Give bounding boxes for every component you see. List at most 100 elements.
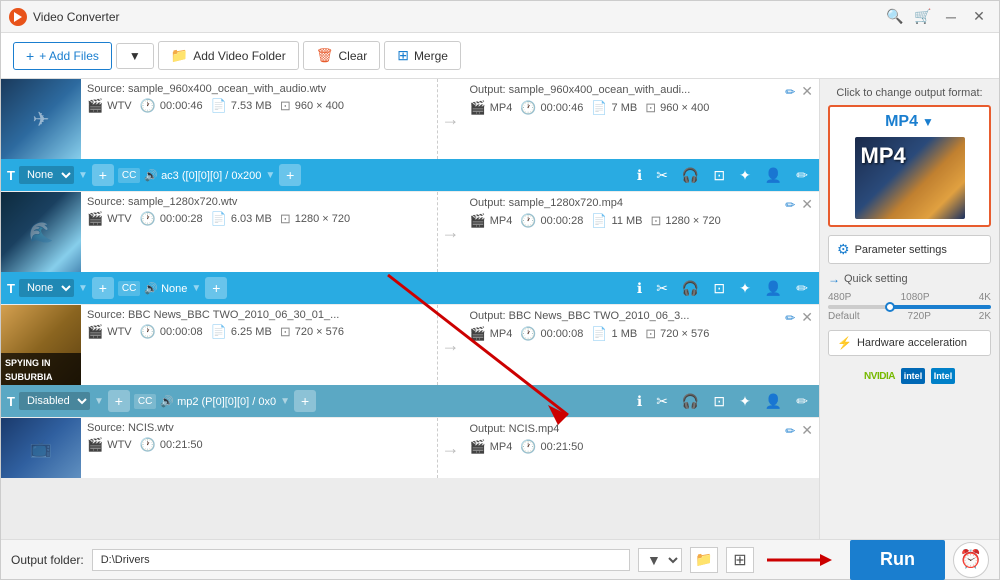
track-add-2[interactable]: + — [92, 277, 114, 299]
source-col-1: Source: sample_960x400_ocean_with_audio.… — [81, 79, 438, 159]
rs-o2: ⊡ — [651, 213, 662, 229]
track-type-select-3[interactable]: Disabled — [19, 392, 90, 410]
slider-thumb[interactable] — [885, 302, 895, 312]
headphone-icon-1[interactable]: 🎧 — [677, 165, 704, 186]
thumbnail-3: SPYING IN SUBURBIA — [1, 305, 81, 385]
headphone-icon-3[interactable]: 🎧 — [677, 391, 704, 412]
merge-button[interactable]: ⊞ Merge — [384, 41, 461, 70]
fmt-o2: 🎬 — [470, 213, 486, 229]
fmt-o4: 🎬 — [470, 439, 486, 455]
clear-button[interactable]: 🗑 Clear — [303, 41, 380, 70]
minimize-button[interactable]: ─ — [939, 7, 963, 27]
edit-icon-1[interactable]: ✏ — [785, 85, 795, 99]
window-controls: 🔍 🛒 ─ ✕ — [883, 7, 991, 27]
track-add-audio-3[interactable]: + — [294, 390, 316, 412]
output-col-3: Output: BBC News_BBC TWO_2010_06_3... ✏ … — [464, 305, 820, 385]
track-type-select-1[interactable]: None — [19, 166, 74, 184]
fl-o2: 📄 — [591, 213, 607, 229]
person-icon-2[interactable]: 👤 — [760, 278, 787, 299]
res-out-icon: ⊡ — [645, 100, 656, 116]
file-item-4: 📺 Source: NCIS.wtv 🎬WTV 🕐00:21:50 — [1, 418, 819, 478]
clock-icon: 🕐 — [140, 98, 156, 114]
bottom-icons: ⊞ — [726, 547, 754, 573]
person-icon-1[interactable]: 👤 — [760, 165, 787, 186]
path-dropdown[interactable]: ▼ — [638, 548, 682, 572]
settings-icon: ⚙ — [837, 241, 850, 258]
add-folder-dropdown[interactable]: ▼ — [116, 43, 154, 69]
res-icon: ⊡ — [280, 98, 291, 114]
person-icon-3[interactable]: 👤 — [760, 391, 787, 412]
nvidia-logo: NVIDIA — [864, 371, 895, 382]
close-icon-1[interactable]: ✕ — [801, 83, 813, 100]
right-panel: Click to change output format: MP4 ▼ MP4… — [819, 79, 999, 539]
info-icon-3[interactable]: ℹ — [632, 391, 647, 412]
scissors-icon-3[interactable]: ✂ — [651, 391, 673, 412]
edit-track-icon-3[interactable]: ✏ — [791, 391, 813, 412]
cc-icon-1[interactable]: CC — [118, 168, 140, 183]
edit-icon-3[interactable]: ✏ — [785, 311, 795, 325]
fmt2: 🎬 — [87, 211, 103, 227]
file-list-panel[interactable]: ✈ Source: sample_960x400_ocean_with_audi… — [1, 79, 819, 539]
bottom-bar: Output folder: ▼ 📁 ⊞ Run ⏰ — [1, 539, 999, 579]
magic-icon-1[interactable]: ✦ — [734, 165, 756, 186]
cc-icon-2[interactable]: CC — [118, 281, 140, 296]
alarm-button[interactable]: ⏰ — [953, 542, 989, 578]
add-files-button[interactable]: + + Add Files — [13, 42, 112, 70]
crop-icon-3[interactable]: ⊡ — [708, 391, 730, 412]
audio-label-3: 🔊 mp2 (P[0][0][0] / 0x0 — [160, 395, 276, 408]
fmt-o3: 🎬 — [470, 326, 486, 342]
add-files-label: + Add Files — [39, 49, 99, 63]
output-path-input[interactable] — [92, 549, 630, 571]
fl-o3: 📄 — [591, 326, 607, 342]
info-icon-1[interactable]: ℹ — [632, 165, 647, 186]
track-type-select-2[interactable]: None — [19, 279, 74, 297]
track-add-3[interactable]: + — [108, 390, 130, 412]
output-col-4: Output: NCIS.mp4 ✏ ✕ 🎬MP4 🕐00:21:50 — [464, 418, 820, 478]
folder-icon: 📁 — [171, 47, 188, 64]
quality-labels-bottom: Default 720P 2K — [828, 311, 991, 322]
audio-label-1: 🔊 ac3 ([0][0][0] / 0x200 — [144, 169, 261, 182]
format-change-label: Click to change output format: — [828, 87, 991, 99]
cart-button[interactable]: 🛒 — [911, 7, 935, 27]
info-icon-2[interactable]: ℹ — [632, 278, 647, 299]
param-settings-label: Parameter settings — [855, 244, 947, 256]
merge-icon: ⊞ — [397, 47, 409, 64]
track-add-1[interactable]: + — [92, 164, 114, 186]
cc-icon-3[interactable]: CC — [134, 394, 156, 409]
track-add-audio-2[interactable]: + — [205, 277, 227, 299]
hw-accel-button[interactable]: ⚡ Hardware acceleration — [828, 330, 991, 356]
add-video-folder-button[interactable]: 📁 Add Video Folder — [158, 41, 299, 70]
rs3: ⊡ — [280, 324, 291, 340]
edit-track-icon-2[interactable]: ✏ — [791, 278, 813, 299]
track-add-audio-1[interactable]: + — [279, 164, 301, 186]
source-col-2: Source: sample_1280x720.wtv 🎬WTV 🕐00:00:… — [81, 192, 438, 272]
scissors-icon-2[interactable]: ✂ — [651, 278, 673, 299]
scissors-icon-1[interactable]: ✂ — [651, 165, 673, 186]
edit-icon-4[interactable]: ✏ — [785, 424, 795, 438]
magic-icon-2[interactable]: ✦ — [734, 278, 756, 299]
bottom-icon-1[interactable]: ⊞ — [726, 547, 754, 573]
magic-icon-3[interactable]: ✦ — [734, 391, 756, 412]
edit-track-icon-1[interactable]: ✏ — [791, 165, 813, 186]
source-col-4: Source: NCIS.wtv 🎬WTV 🕐00:21:50 — [81, 418, 438, 478]
format-thumbnail: MP4 — [855, 137, 965, 219]
track-T-icon-1: T — [7, 168, 15, 183]
crop-icon-1[interactable]: ⊡ — [708, 165, 730, 186]
file-item-3: SPYING IN SUBURBIA Source: BBC News_BBC … — [1, 305, 819, 417]
edit-icon-2[interactable]: ✏ — [785, 198, 795, 212]
crop-icon-2[interactable]: ⊡ — [708, 278, 730, 299]
close-icon-4[interactable]: ✕ — [801, 422, 813, 439]
hw-icon: ⚡ — [837, 336, 852, 350]
rs-o3: ⊡ — [645, 326, 656, 342]
headphone-icon-2[interactable]: 🎧 — [677, 278, 704, 299]
fmt3: 🎬 — [87, 324, 103, 340]
close-icon-3[interactable]: ✕ — [801, 309, 813, 326]
param-settings-button[interactable]: ⚙ Parameter settings — [828, 235, 991, 264]
format-selector[interactable]: MP4 ▼ MP4 — [828, 105, 991, 227]
search-button[interactable]: 🔍 — [883, 7, 907, 27]
close-button[interactable]: ✕ — [967, 7, 991, 27]
quality-slider[interactable] — [828, 305, 991, 309]
close-icon-2[interactable]: ✕ — [801, 196, 813, 213]
browse-button[interactable]: 📁 — [690, 547, 718, 573]
run-button[interactable]: Run — [850, 540, 945, 580]
